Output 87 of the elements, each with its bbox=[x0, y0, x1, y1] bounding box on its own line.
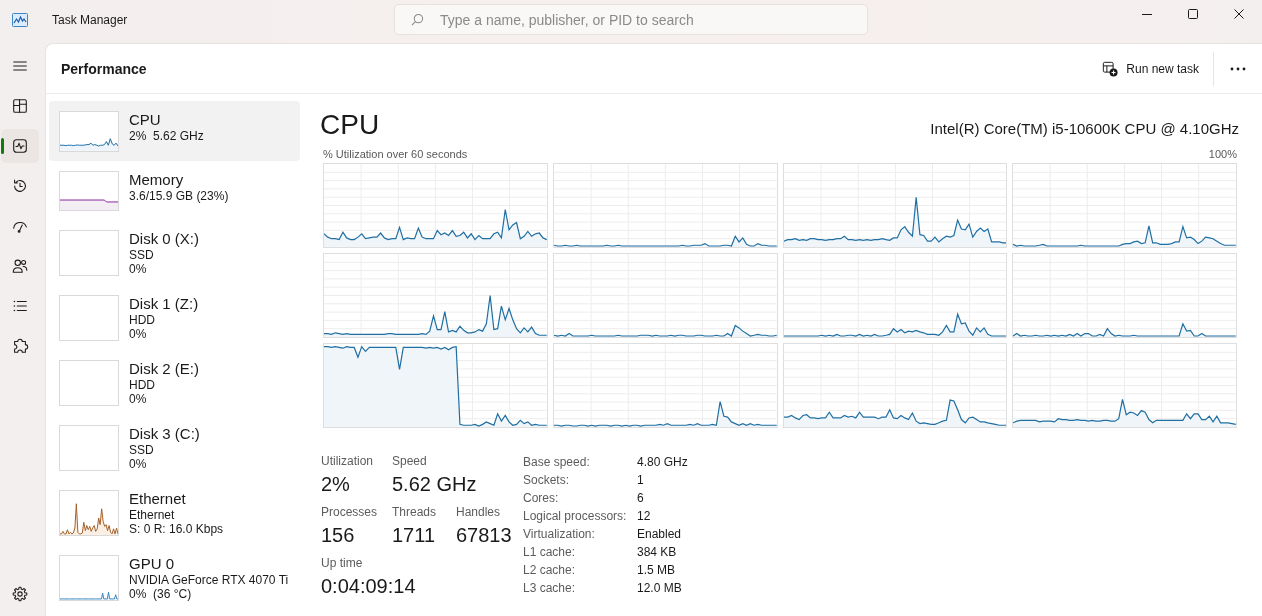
device-detail: S: 0 R: 16.0 Kbps bbox=[129, 522, 224, 537]
spec-value: Enabled bbox=[637, 526, 683, 543]
empty-graph-thumbnail bbox=[59, 425, 119, 472]
chart-app-icon bbox=[12, 12, 28, 28]
device-detail: 0% bbox=[129, 392, 148, 407]
device-detail: HDD bbox=[129, 378, 156, 393]
spec-value: 384 KB bbox=[637, 544, 678, 561]
spec-label: Virtualization: bbox=[523, 526, 596, 543]
run-task-button[interactable]: Run new task bbox=[1092, 54, 1209, 83]
spec-value: 4.80 GHz bbox=[637, 454, 688, 471]
spec-value: 12.0 MB bbox=[637, 580, 683, 597]
graph-max-label: 100% bbox=[1208, 147, 1237, 161]
processor-model: Intel(R) Core(TM) i5-10600K CPU @ 4.10GHz bbox=[930, 120, 1239, 138]
spec-value: 12 bbox=[637, 508, 652, 525]
stat-label: Up time bbox=[321, 555, 363, 571]
spec-label: L3 cache: bbox=[523, 580, 577, 597]
puzzle-icon bbox=[11, 337, 29, 355]
stat-label: Processes bbox=[321, 504, 378, 520]
empty-graph-thumbnail bbox=[59, 295, 119, 342]
device-list-item[interactable]: CPU 2% 5.62 GHz bbox=[49, 101, 300, 161]
device-detail: 2% 5.62 GHz bbox=[129, 129, 204, 143]
stat-value: 5.62 GHz bbox=[392, 472, 477, 497]
stat-value: 0:04:09:14 bbox=[321, 574, 416, 599]
device-detail: HDD bbox=[129, 313, 156, 328]
device-detail: Ethernet bbox=[129, 508, 176, 523]
spec-label: Base speed: bbox=[523, 454, 591, 471]
device-list-item[interactable]: Disk 0 (X:) SSD 0% bbox=[49, 220, 300, 286]
window-title: Task Manager bbox=[52, 12, 128, 28]
stat-value: 156 bbox=[321, 523, 355, 548]
pulse-icon bbox=[11, 137, 29, 155]
spec-label: Logical processors: bbox=[523, 508, 628, 525]
stat-value: 1711 bbox=[392, 523, 435, 548]
close-icon bbox=[1234, 8, 1244, 19]
network-sparkline bbox=[59, 490, 119, 537]
search-icon bbox=[411, 13, 424, 26]
users-icon bbox=[11, 257, 29, 275]
history-icon bbox=[11, 177, 29, 195]
device-list-item[interactable]: Memory 3.6/15.9 GB (23%) bbox=[49, 160, 300, 221]
maximize-icon bbox=[1188, 8, 1198, 19]
stat-value: 67813 bbox=[456, 523, 512, 548]
empty-graph-thumbnail bbox=[59, 230, 119, 277]
device-list-item[interactable]: Disk 3 (C:) SSD 0% bbox=[49, 415, 300, 481]
device-detail: 3.6/15.9 GB (23%) bbox=[129, 188, 229, 203]
stat-label: Handles bbox=[456, 504, 501, 520]
memory-sparkline bbox=[59, 170, 119, 212]
device-list-item[interactable]: Ethernet Ethernet S: 0 R: 16.0 Kbps bbox=[49, 480, 300, 546]
stat-label: Speed bbox=[392, 453, 427, 469]
stat-value: 2% bbox=[321, 472, 350, 497]
spec-label: Cores: bbox=[523, 490, 560, 507]
graph-caption: % Utilization over 60 seconds bbox=[323, 147, 468, 161]
search-field[interactable]: Type a name, publisher, or PID to search bbox=[394, 4, 868, 35]
device-detail: 0% bbox=[129, 327, 148, 342]
spec-value: 6 bbox=[637, 490, 645, 507]
empty-graph-thumbnail bbox=[59, 360, 119, 407]
device-list-item[interactable]: Disk 1 (Z:) HDD 0% bbox=[49, 285, 300, 351]
device-detail: NVIDIA GeForce RTX 4070 Ti bbox=[129, 573, 289, 588]
device-name: Disk 0 (X:) bbox=[129, 230, 199, 249]
device-detail: 0% (36 °C) bbox=[129, 587, 193, 602]
device-name: Ethernet bbox=[129, 490, 187, 509]
device-name: Memory bbox=[129, 170, 185, 189]
device-name: Disk 2 (E:) bbox=[129, 360, 199, 379]
gpu-sparkline bbox=[59, 555, 119, 602]
cpu-sparkline bbox=[59, 111, 119, 152]
nav-item[interactable] bbox=[1, 129, 39, 163]
device-name: Disk 3 (C:) bbox=[129, 425, 200, 444]
more-icon bbox=[1230, 66, 1246, 71]
device-name: CPU bbox=[129, 111, 162, 129]
spec-value: 1.5 MB bbox=[637, 562, 676, 579]
device-name: GPU 0 bbox=[129, 555, 175, 574]
window-plus-icon bbox=[1102, 60, 1119, 77]
spec-label: L2 cache: bbox=[523, 562, 577, 579]
device-list-item[interactable]: Disk 2 (E:) HDD 0% bbox=[49, 350, 300, 416]
spec-label: Sockets: bbox=[523, 472, 571, 489]
device-detail: SSD bbox=[129, 248, 155, 263]
stat-label: Threads bbox=[392, 504, 437, 520]
page-title: Performance bbox=[61, 59, 147, 78]
stat-label: Utilization bbox=[321, 453, 374, 469]
grid-icon bbox=[11, 97, 29, 115]
device-detail: SSD bbox=[129, 443, 155, 458]
device-detail: 0% bbox=[129, 457, 148, 472]
device-list-item[interactable]: GPU 0 NVIDIA GeForce RTX 4070 Ti 0% (36 °C) bbox=[49, 545, 300, 611]
section-title: CPU bbox=[320, 108, 380, 142]
spec-value: 1 bbox=[637, 472, 645, 489]
spec-label: L1 cache: bbox=[523, 544, 577, 561]
device-name: Disk 1 (Z:) bbox=[129, 295, 199, 314]
settings-icon bbox=[11, 585, 29, 603]
device-detail: 0% bbox=[129, 262, 148, 277]
